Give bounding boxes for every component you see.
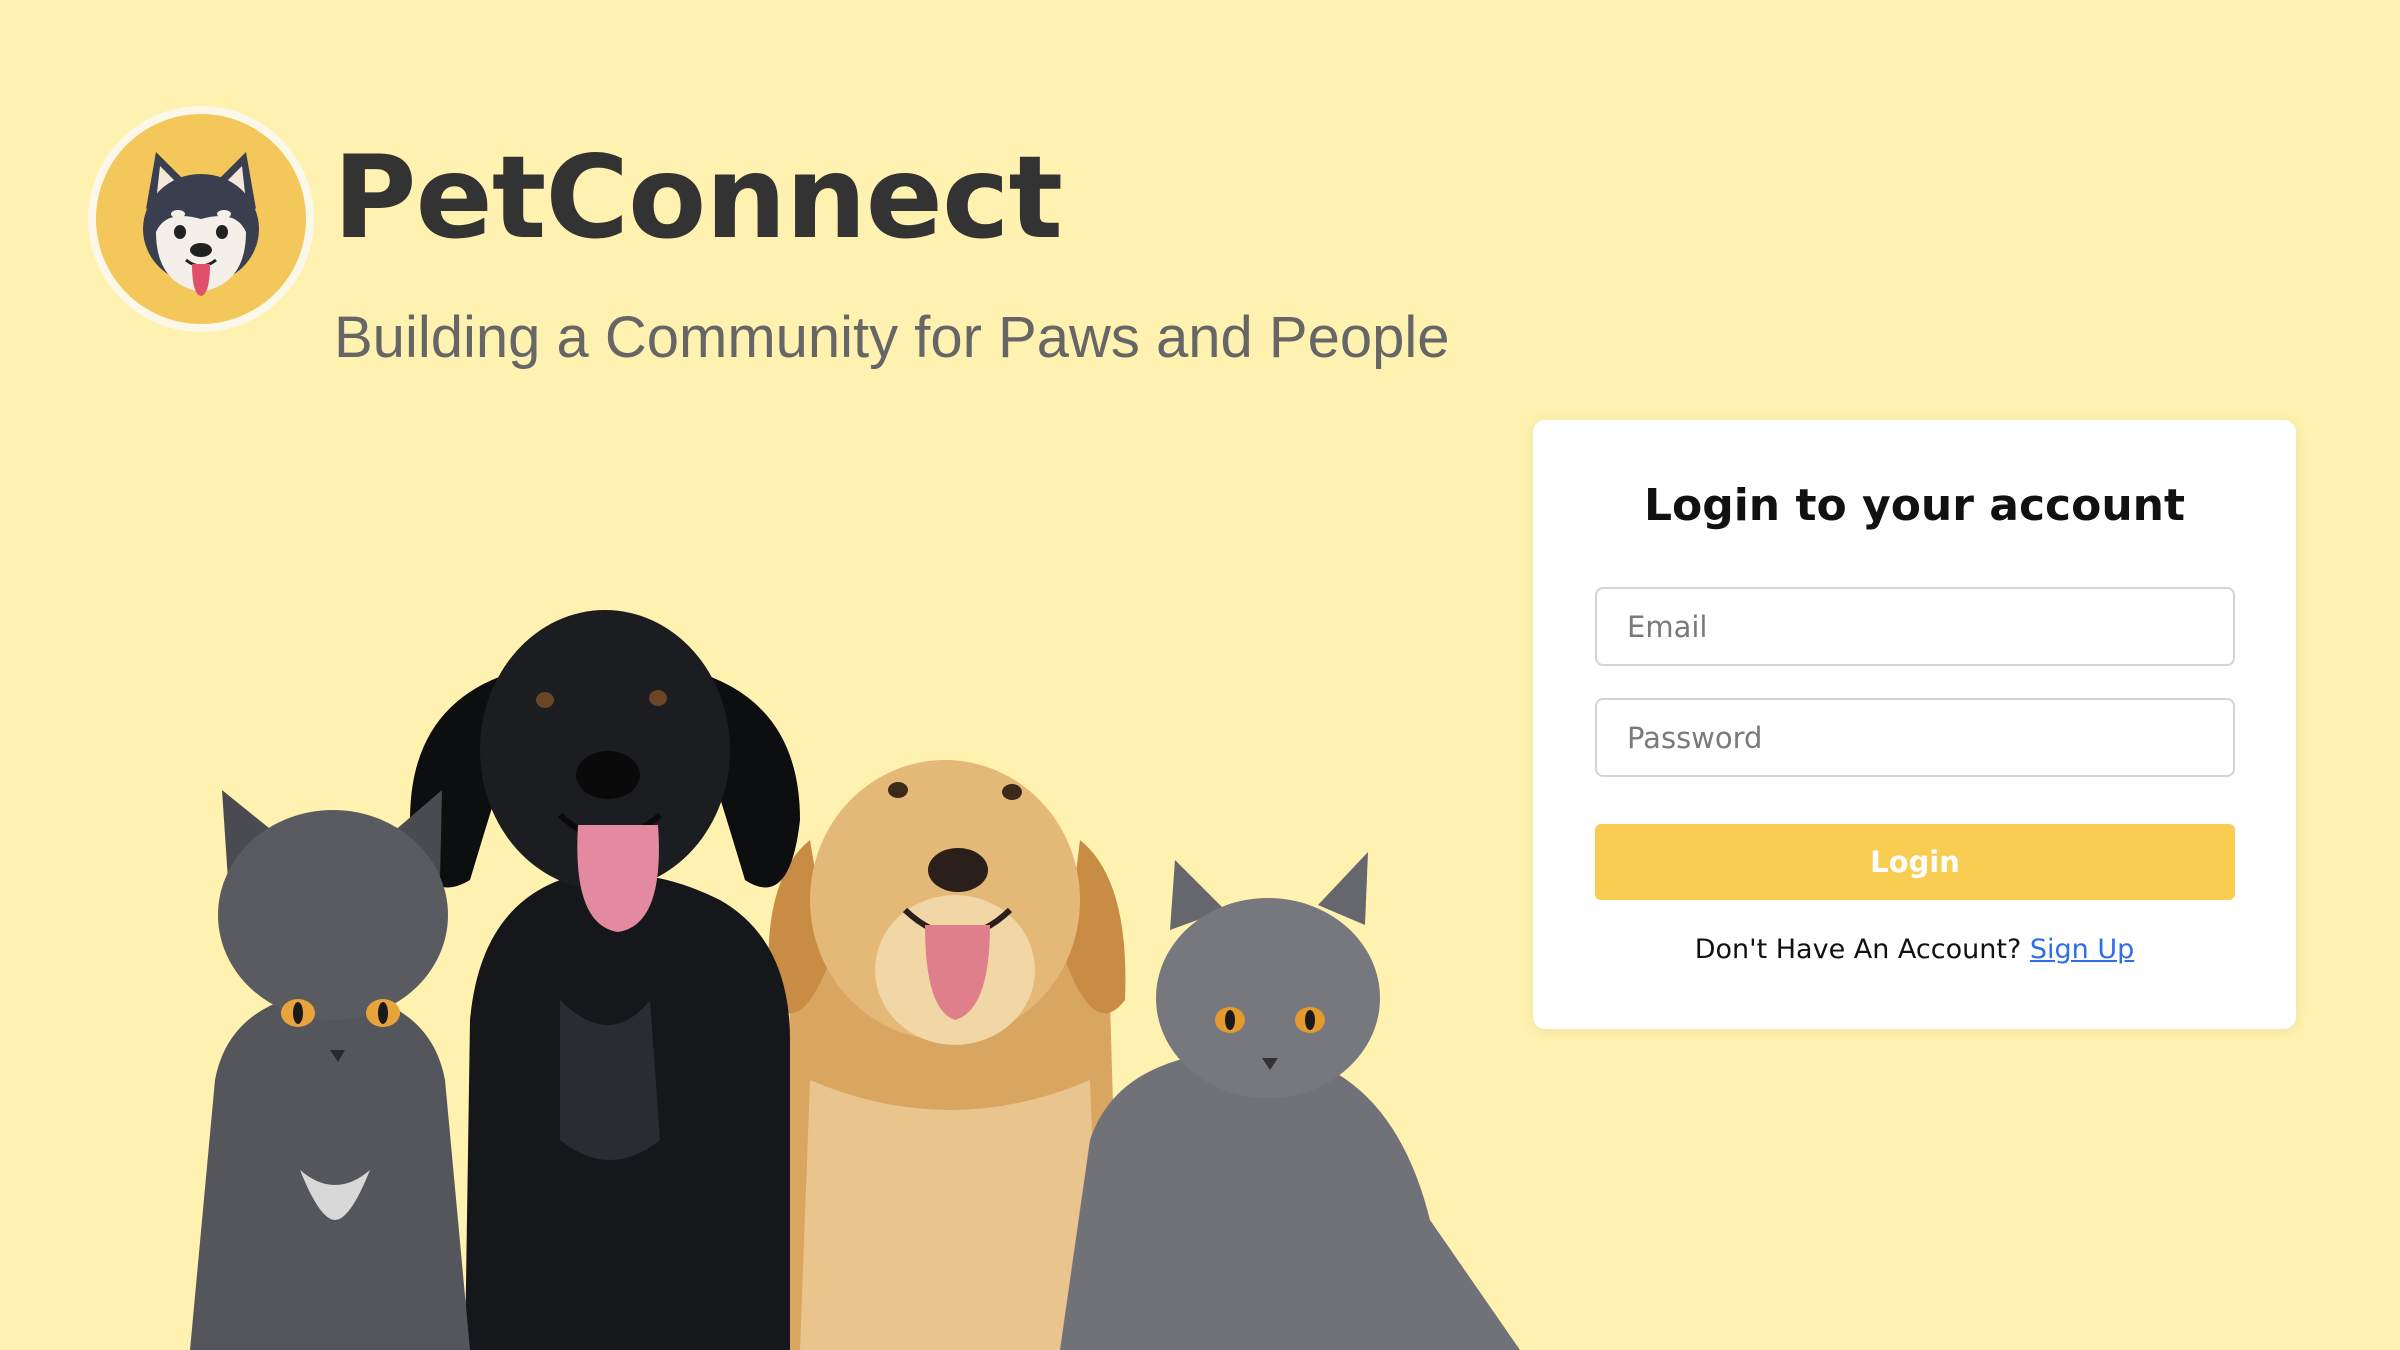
signup-prompt: Don't Have An Account? — [1694, 934, 2030, 965]
gray-cat-left-image — [190, 790, 470, 1350]
password-field[interactable] — [1595, 698, 2235, 777]
login-card: Login to your account Login Don't Have A… — [1533, 420, 2296, 1029]
shiba-dog-face-icon — [96, 114, 306, 324]
sign-up-link[interactable]: Sign Up — [2030, 934, 2134, 965]
pets-illustration — [190, 610, 1520, 1350]
app-tagline: Building a Community for Paws and People — [334, 305, 1450, 370]
logo-badge — [88, 106, 314, 332]
black-dog-image — [410, 610, 800, 1350]
golden-retriever-image — [768, 760, 1126, 1350]
gray-cat-right-image — [1060, 852, 1520, 1350]
login-button[interactable]: Login — [1595, 824, 2235, 900]
login-heading: Login to your account — [1643, 480, 2186, 531]
signup-row: Don't Have An Account? Sign Up — [1533, 930, 2296, 970]
email-field[interactable] — [1595, 587, 2235, 666]
app-title: PetConnect — [333, 131, 1063, 264]
